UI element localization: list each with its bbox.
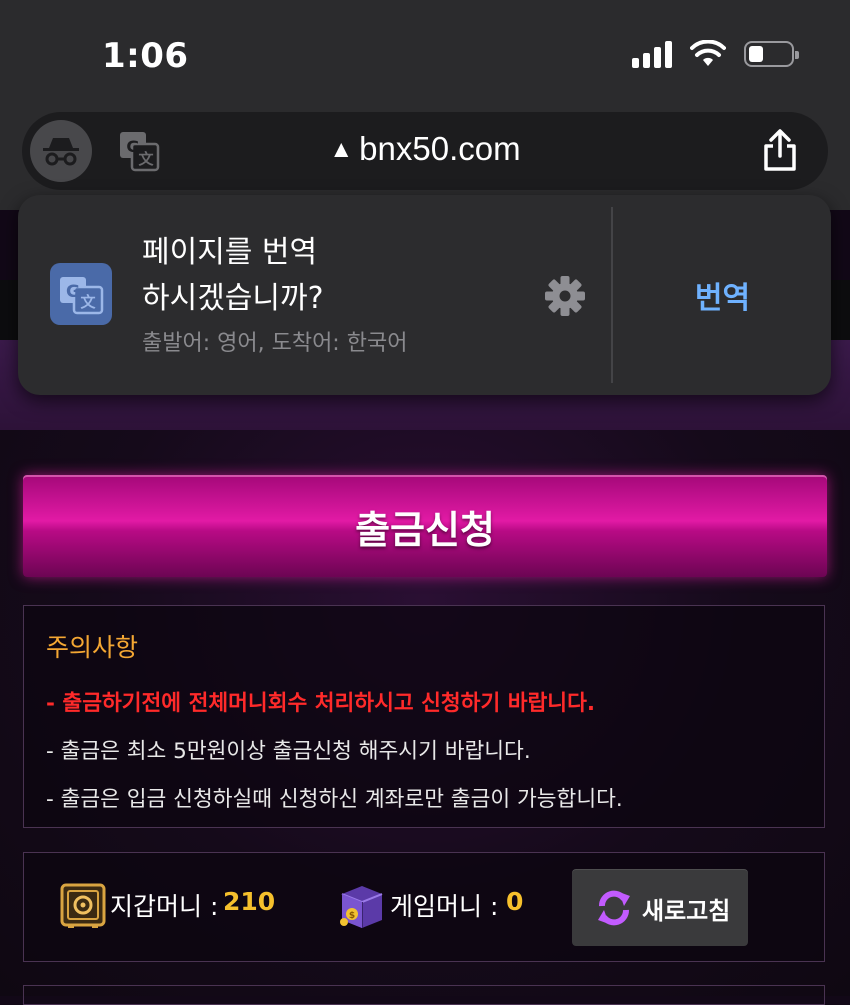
refresh-button[interactable]: 새로고침 xyxy=(572,869,748,946)
notice-line: - 출금하기전에 전체머니회수 처리하시고 신청하기 바랍니다. xyxy=(46,691,596,716)
svg-text:$: $ xyxy=(349,911,355,921)
translate-language-info: 출발어: 영어, 도착어: 한국어 xyxy=(142,331,408,356)
translate-prompt: 페이지를 번역 하시겠습니까? xyxy=(142,230,324,322)
translate-popup: G 文 페이지를 번역 하시겠습니까? 출발어: 영어, 도착어: 한국어 번역 xyxy=(18,195,831,395)
withdrawal-title-bar: 출금신청 xyxy=(23,475,827,577)
share-icon[interactable] xyxy=(760,128,800,172)
notice-heading: 주의사항 xyxy=(46,633,139,662)
safe-icon xyxy=(60,883,106,928)
popup-divider xyxy=(611,207,613,383)
notice-line: - 출금은 최소 5만원이상 출금신청 해주시기 바랍니다. xyxy=(46,739,531,764)
translate-prompt-line2: 하시겠습니까? xyxy=(142,281,324,316)
google-translate-icon: G 文 xyxy=(50,263,112,325)
game-box-icon: $ xyxy=(340,886,383,928)
game-money-value: 0 xyxy=(506,887,524,916)
svg-text:文: 文 xyxy=(80,293,96,311)
wallet-money-label: 지갑머니 : xyxy=(110,892,219,921)
notice-box: 주의사항 - 출금하기전에 전체머니회수 처리하시고 신청하기 바랍니다. - … xyxy=(23,605,825,828)
status-icons xyxy=(632,40,799,68)
gear-icon[interactable] xyxy=(544,275,586,317)
wifi-icon xyxy=(690,40,726,66)
translate-button[interactable]: 번역 xyxy=(614,195,831,395)
url-display[interactable]: ▲ bnx50.com xyxy=(22,130,828,168)
status-time: 1:06 xyxy=(102,36,189,76)
cellular-signal-icon xyxy=(632,40,672,68)
notice-line: - 출금은 입금 신청하실때 신청하신 계좌로만 출금이 가능합니다. xyxy=(46,787,623,812)
next-section-box xyxy=(23,985,825,1005)
wallet-money-value: 210 xyxy=(223,887,276,916)
browser-chrome: 1:06 G 文 ▲ bnx50.com xyxy=(0,0,850,210)
address-bar[interactable]: G 文 ▲ bnx50.com xyxy=(22,112,828,190)
wallet-box: 지갑머니 : 210 $ 게임머니 : 0 새로고침 xyxy=(23,852,825,962)
translate-prompt-line1: 페이지를 번역 xyxy=(142,235,318,270)
refresh-icon xyxy=(598,890,630,926)
page-title: 출금신청 xyxy=(355,507,495,552)
svg-text:G: G xyxy=(66,282,80,302)
url-text: bnx50.com xyxy=(359,130,521,167)
refresh-label: 새로고침 xyxy=(642,897,731,925)
game-money-label: 게임머니 : xyxy=(390,892,499,921)
battery-icon xyxy=(744,41,799,67)
warning-icon: ▲ xyxy=(329,136,354,163)
